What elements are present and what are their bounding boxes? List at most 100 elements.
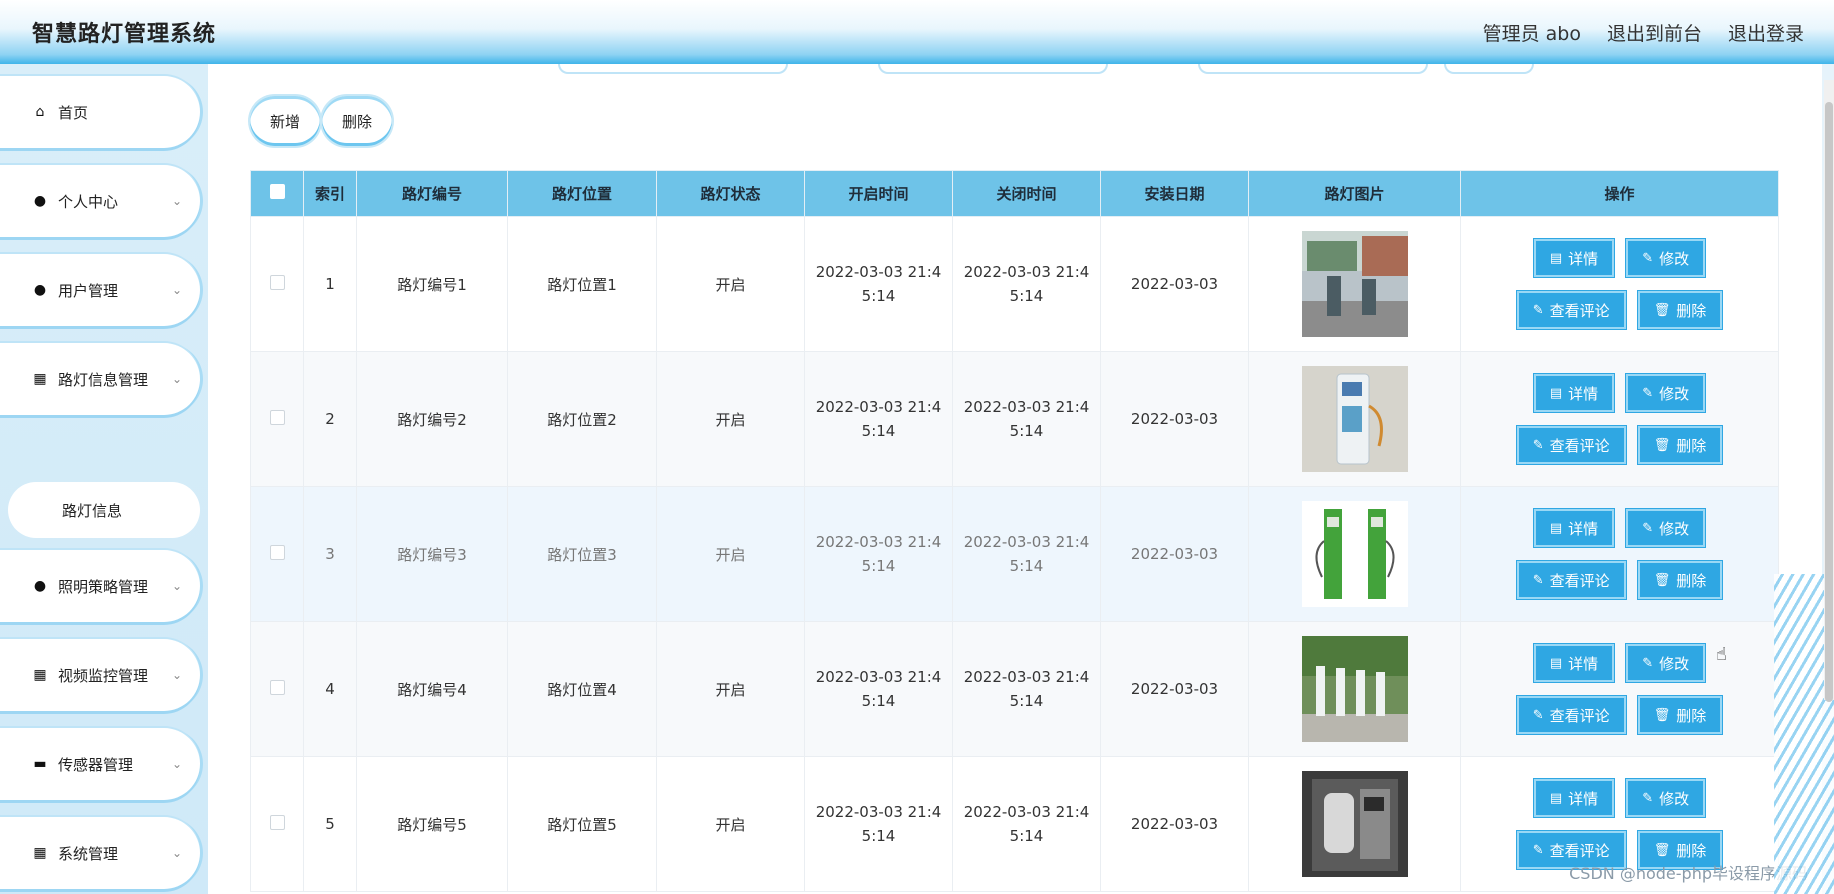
scrollbar-thumb[interactable] (1825, 102, 1833, 702)
monitor-icon: ▬ (33, 756, 47, 772)
col-header: 路灯状态 (656, 170, 805, 217)
close-time-cell: 2022-03-03 21:4 5:14 (952, 486, 1101, 622)
pencil-icon: ✎ (1642, 250, 1654, 266)
document-icon: ▤ (1549, 655, 1563, 671)
detail-button[interactable]: ▤ 详情 (1533, 779, 1615, 817)
row-checkbox[interactable] (269, 544, 285, 560)
sidebar-item-users[interactable]: ● 用户管理 ⌄ (0, 254, 200, 326)
delete-button[interactable]: 🗑 删除 (1637, 561, 1723, 599)
search-field-edge[interactable] (1198, 64, 1428, 74)
sidebar-item-profile[interactable]: ● 个人中心 ⌄ (0, 165, 200, 237)
button-label: 删除 (1676, 706, 1707, 725)
view-comments-button[interactable]: ✎ 查看评论 (1516, 561, 1626, 599)
watermark: CSDN @node-php毕设程序源码 (1569, 864, 1808, 883)
search-field-edge[interactable] (558, 64, 788, 74)
button-label: 详情 (1568, 519, 1599, 538)
select-all-checkbox[interactable] (269, 184, 285, 199)
search-button-edge[interactable] (1444, 64, 1534, 74)
sidebar-item-lighting-strategy[interactable]: ● 照明策略管理 ⌄ (0, 550, 200, 622)
location-cell: 路灯位置1 (507, 216, 657, 352)
trash-icon: 🗑 (1653, 302, 1671, 318)
sidebar-item-streetlight-info[interactable]: ▦ 路灯信息管理 ⌄ (0, 343, 200, 415)
row-select-cell[interactable] (250, 351, 304, 487)
table-row[interactable]: 1 路灯编号1 路灯位置1 开启 2022-03-03 21:4 5:14 2022-03-… (250, 216, 1779, 352)
row-checkbox[interactable] (269, 274, 285, 290)
edit-button[interactable]: ✎ 修改 (1626, 239, 1706, 277)
edit-button[interactable]: ✎ 修改 (1626, 509, 1706, 547)
streetlight-photo (1301, 771, 1408, 877)
open-time-line: 5:14 (861, 287, 896, 305)
delete-button[interactable]: 🗑 删除 (1637, 426, 1723, 464)
close-time-cell: 2022-03-03 21:4 5:14 (952, 351, 1101, 487)
code-cell: 路灯编号3 (356, 486, 508, 622)
sidebar-item-video-monitor[interactable]: ▦ 视频监控管理 ⌄ (0, 639, 200, 711)
batch-delete-button[interactable]: 删除 (322, 96, 392, 146)
row-select-cell[interactable] (250, 216, 304, 352)
edit-button[interactable]: ✎ 修改 (1626, 374, 1706, 412)
table-row[interactable]: 3 路灯编号3 路灯位置3 开启 2022-03-03 21:4 5:14 2022-03-… (250, 486, 1779, 622)
detail-button[interactable]: ▤ 详情 (1533, 644, 1615, 682)
streetlight-photo (1301, 366, 1408, 472)
logout-link[interactable]: 退出登录 (1728, 19, 1804, 46)
actions-cell: ▤ 详情 ✎ 修改 ✎ 查看评论 🗑 删除 (1460, 216, 1779, 352)
detail-button[interactable]: ▤ 详情 (1533, 374, 1615, 412)
pencil-icon: ✎ (1532, 707, 1544, 723)
sidebar-subitem-label: 路灯信息 (62, 501, 123, 520)
button-label: 查看评论 (1549, 436, 1610, 455)
open-time-line: 5:14 (861, 557, 896, 575)
delete-button[interactable]: 🗑 删除 (1637, 696, 1723, 734)
home-icon: ⌂ (35, 104, 45, 120)
row-select-cell[interactable] (250, 486, 304, 622)
row-checkbox[interactable] (269, 814, 285, 830)
row-select-cell[interactable] (250, 621, 304, 757)
streetlight-photo (1301, 636, 1408, 742)
grid-icon: ▦ (33, 371, 47, 387)
install-date-cell: 2022-03-03 (1100, 621, 1249, 757)
view-comments-button[interactable]: ✎ 查看评论 (1516, 291, 1626, 329)
col-header: 索引 (303, 170, 357, 217)
sidebar-item-label: 视频监控管理 (58, 666, 149, 685)
table-row[interactable]: 4 路灯编号4 路灯位置4 开启 2022-03-03 21:4 5:14 2022-03-… (250, 621, 1779, 757)
row-checkbox[interactable] (269, 409, 285, 425)
table-row[interactable]: 5 路灯编号5 路灯位置5 开启 2022-03-03 21:4 5:14 2022-03-… (250, 756, 1779, 892)
view-comments-button[interactable]: ✎ 查看评论 (1516, 426, 1626, 464)
sidebar-item-system[interactable]: ▦ 系统管理 ⌄ (0, 817, 200, 889)
user-icon: ● (33, 193, 47, 209)
sidebar-item-sensor[interactable]: ▬ 传感器管理 ⌄ (0, 728, 200, 800)
search-field-edge[interactable] (878, 64, 1108, 74)
row-select-cell[interactable] (250, 756, 304, 892)
page-scrollbar[interactable] (1824, 80, 1834, 702)
close-time-line: 2022-03-03 21:4 (963, 803, 1090, 821)
delete-button[interactable]: 🗑 删除 (1637, 291, 1723, 329)
close-time-line: 2022-03-03 21:4 (963, 668, 1090, 686)
open-time-line: 2022-03-03 21:4 (815, 533, 942, 551)
select-all-header[interactable] (250, 170, 304, 217)
button-label: 查看评论 (1549, 301, 1610, 320)
open-time-line: 5:14 (861, 422, 896, 440)
row-checkbox[interactable] (269, 679, 285, 695)
sidebar-subitem-streetlight[interactable]: 路灯信息 (8, 482, 200, 538)
grid-icon: ▦ (33, 845, 47, 861)
location-cell: 路灯位置4 (507, 621, 657, 757)
install-date-cell: 2022-03-03 (1100, 486, 1249, 622)
edit-button[interactable]: ✎ 修改 (1626, 644, 1706, 682)
button-label: 查看评论 (1549, 841, 1610, 860)
edit-button[interactable]: ✎ 修改 (1626, 779, 1706, 817)
admin-user-label[interactable]: 管理员 abo (1483, 19, 1581, 46)
sidebar-item-home[interactable]: ⌂ 首页 (0, 76, 200, 148)
button-label: 删除 (1676, 571, 1707, 590)
add-button[interactable]: 新增 (250, 96, 320, 146)
open-time-line: 2022-03-03 21:4 (815, 263, 942, 281)
top-header: 智慧路灯管理系统 管理员 abo 退出到前台 退出登录 (0, 0, 1834, 64)
table-row[interactable]: 2 路灯编号2 路灯位置2 开启 2022-03-03 21:4 5:14 2022-03-… (250, 351, 1779, 487)
install-date-cell: 2022-03-03 (1100, 756, 1249, 892)
code-cell: 路灯编号4 (356, 621, 508, 757)
open-time-line: 5:14 (861, 827, 896, 845)
pencil-icon: ✎ (1642, 790, 1654, 806)
to-front-link[interactable]: 退出到前台 (1607, 19, 1702, 46)
detail-button[interactable]: ▤ 详情 (1533, 509, 1615, 547)
close-time-line: 5:14 (1009, 827, 1044, 845)
detail-button[interactable]: ▤ 详情 (1533, 239, 1615, 277)
actions-cell: ▤ 详情 ✎ 修改 ✎ 查看评论 🗑 删除 (1460, 621, 1779, 757)
view-comments-button[interactable]: ✎ 查看评论 (1516, 696, 1626, 734)
